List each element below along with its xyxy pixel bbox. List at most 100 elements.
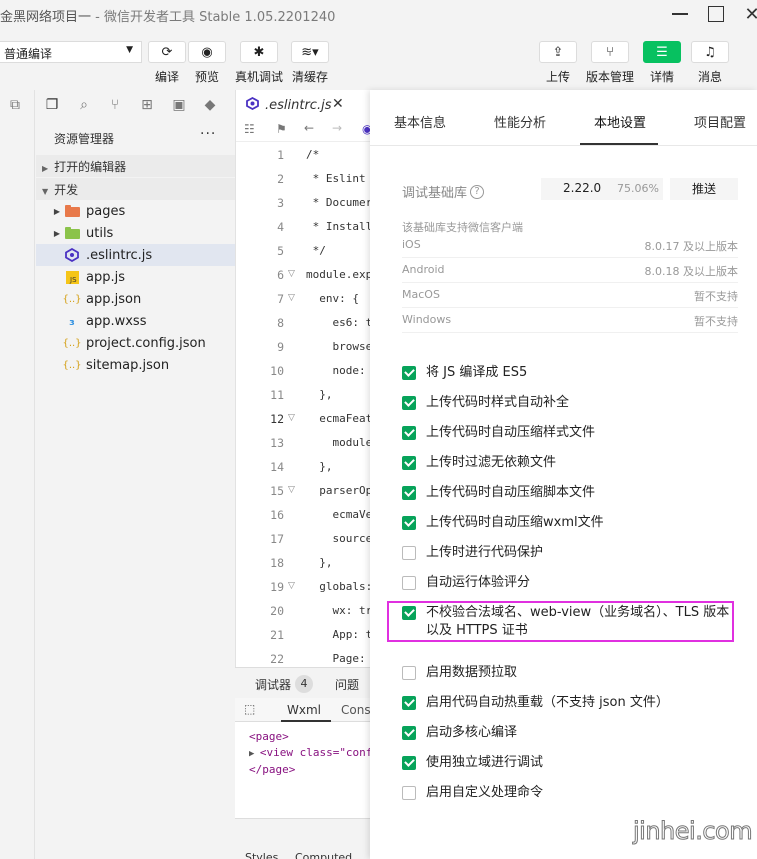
push-button[interactable]: 推送 [670,178,738,200]
details-button[interactable]: ☰ [643,41,681,63]
search-icon[interactable]: ⌕ [75,96,93,114]
setting-option[interactable]: 上传代码时样式自动补全 [402,394,732,412]
setting-option[interactable]: 启用代码自动热重载（不支持 json 文件） [402,694,732,712]
preview-button[interactable]: ◉ [188,41,226,63]
docker-icon[interactable]: ◆ [201,96,219,114]
code-line[interactable]: /* [306,148,319,161]
setting-option[interactable]: 使用独立域进行调试 [402,754,732,772]
window-icon[interactable]: ⧉ [6,96,24,114]
setting-option[interactable]: 启用自定义处理命令 [402,784,732,802]
code-line[interactable]: }, [306,556,332,569]
tab-local-settings[interactable]: 本地设置 [594,112,646,131]
setting-option[interactable]: 上传代码时自动压缩脚本文件 [402,484,732,502]
tab-issues[interactable]: 问题 [335,676,359,693]
setting-option[interactable]: 上传代码时自动压缩样式文件 [402,424,732,442]
code-line[interactable]: }, [306,388,332,401]
tab-computed[interactable]: Computed [295,851,352,859]
setting-option[interactable]: 上传时进行代码保护 [402,544,732,562]
code-editor[interactable]: .eslintrc.js ✕ ☷ ⚑ ← → ◉ 1/* 2 * Eslint 3 … [235,90,373,667]
close-icon[interactable]: ✕ [332,96,344,112]
fold-icon[interactable]: ▽ [288,413,295,423]
xml-node-view[interactable]: ▶ <view class="conf [249,746,372,759]
list-icon[interactable]: ☷ [244,122,255,136]
checkbox-checked-icon[interactable] [402,396,416,410]
checkbox-unchecked-icon[interactable] [402,666,416,680]
checkbox-unchecked-icon[interactable] [402,546,416,560]
checkbox-checked-icon[interactable] [402,366,416,380]
dev-section[interactable]: ▼ 开发 [36,178,235,200]
code-line[interactable]: Page: [306,652,365,665]
checkbox-checked-icon[interactable] [402,486,416,500]
checkbox-unchecked-icon[interactable] [402,576,416,590]
tree-item-utils[interactable]: ▶ utils [36,222,235,244]
more-icon[interactable]: ··· [200,126,216,142]
bookmark-icon[interactable]: ⚑ [276,122,287,136]
code-line[interactable]: wx: tr [306,604,372,617]
save-icon[interactable]: ▣ [170,96,188,114]
tree-item-app-json[interactable]: {..} app.json [36,288,235,310]
tab-debugger[interactable]: 调试器 [255,676,291,693]
version-button[interactable]: ⑂ [591,41,629,63]
xml-node-page[interactable]: <page> [249,730,289,743]
code-line[interactable]: module.exp [306,268,372,281]
code-line[interactable]: parserOp [306,484,372,497]
help-icon[interactable]: ? [470,184,485,199]
setting-option[interactable]: 自动运行体验评分 [402,574,732,592]
fold-icon[interactable]: ▽ [288,485,295,495]
checkbox-unchecked-icon[interactable] [402,786,416,800]
code-line[interactable]: * Install [306,220,373,233]
setting-option[interactable]: 上传时过滤无依赖文件 [402,454,732,472]
setting-option[interactable]: 上传代码时自动压缩wxml文件 [402,514,732,532]
tab-wxml[interactable]: Wxml [287,703,321,717]
code-line[interactable]: env: { [306,292,359,305]
tree-item-app-js[interactable]: JS app.js [36,266,235,288]
open-editors-section[interactable]: ▶ 打开的编辑器 [36,155,235,177]
checkbox-checked-icon[interactable] [402,696,416,710]
source-control-icon[interactable]: ⑂ [106,96,124,114]
minimize-button[interactable] [668,4,692,24]
code-line[interactable]: source [306,532,372,545]
tab-styles[interactable]: Styles [245,851,278,859]
compile-button[interactable]: ⟳ [148,41,186,63]
tab-basic-info[interactable]: 基本信息 [394,112,446,131]
setting-option[interactable]: 启用数据预拉取 [402,664,732,682]
fold-icon[interactable]: ▽ [288,293,295,303]
tree-item-project-config[interactable]: {..} project.config.json [36,332,235,354]
extensions-icon[interactable]: ⊞ [138,96,156,114]
setting-option[interactable]: 启动多核心编译 [402,724,732,742]
base-lib-select[interactable]: 2.22.0 75.06% [541,178,663,200]
maximize-button[interactable] [704,4,728,24]
code-line[interactable]: ecmaFeat [306,412,372,425]
code-line[interactable]: * Eslint [306,172,366,185]
code-line[interactable]: node: [306,364,365,377]
back-arrow-icon[interactable]: ← [304,121,314,135]
messages-button[interactable]: ♫ [691,41,729,63]
code-line[interactable]: }, [306,460,332,473]
xml-node-page-close[interactable]: </page> [249,763,295,776]
code-line[interactable]: browse [306,340,372,353]
checkbox-checked-icon[interactable] [402,756,416,770]
tree-item-app-wxss[interactable]: ₃ app.wxss [36,310,235,332]
editor-tab[interactable]: .eslintrc.js ✕ [236,90,354,120]
code-line[interactable]: */ [306,244,326,257]
clear-cache-button[interactable]: ≋▾ [291,41,329,63]
tab-project-config[interactable]: 项目配置 [694,112,746,131]
checkbox-checked-icon[interactable] [402,426,416,440]
inspect-icon[interactable]: ⬚ [244,702,255,716]
files-icon[interactable]: ❐ [43,96,61,114]
tree-item-pages[interactable]: ▶ pages [36,200,235,222]
code-line[interactable]: ecmaVe [306,508,372,521]
tree-item-eslintrc[interactable]: .eslintrc.js [36,244,235,266]
close-window-button[interactable]: ✕ [740,4,757,25]
tab-console[interactable]: Cons [341,703,371,717]
code-line[interactable]: module [306,436,372,449]
compile-mode-select[interactable]: 普通编译 ▼ [0,41,142,63]
checkbox-checked-icon[interactable] [402,456,416,470]
remote-debug-button[interactable]: ✱ [240,41,278,63]
fold-icon[interactable]: ▽ [288,269,295,279]
checkbox-checked-icon[interactable] [402,726,416,740]
upload-button[interactable]: ⇪ [539,41,577,63]
setting-option[interactable]: 将 JS 编译成 ES5 [402,364,732,382]
tab-performance[interactable]: 性能分析 [494,112,546,131]
checkbox-checked-icon[interactable] [402,516,416,530]
